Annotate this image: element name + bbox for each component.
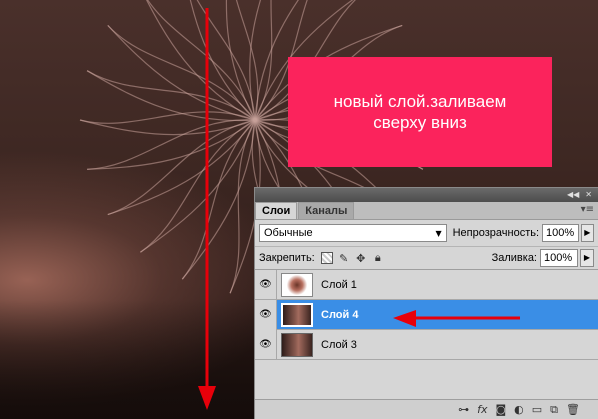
petal-stroke xyxy=(235,0,259,121)
note-line-2: сверху вниз xyxy=(373,113,467,132)
blend-mode-value: Обычные xyxy=(264,227,313,239)
layer-name: Слой 1 xyxy=(321,278,357,291)
panel-titlebar: ◀◀ ✕ xyxy=(255,188,598,202)
layer-thumbnail xyxy=(281,302,313,327)
lock-icons: ✎ ✥ 🔒︎ xyxy=(320,251,384,265)
layers-list: 👁︎ Слой 1 👁︎ Слой 4 👁︎ Слой 3 xyxy=(255,269,598,380)
instruction-note: новый слой.заливаем сверху вниз xyxy=(288,57,552,167)
layer-name: Слой 4 xyxy=(321,308,359,321)
tab-channels[interactable]: Каналы xyxy=(298,202,355,219)
fill-slider-button[interactable]: ▶ xyxy=(580,249,594,267)
opacity-label: Непрозрачность: xyxy=(452,227,540,239)
fill-field[interactable]: 100% xyxy=(540,249,578,267)
collapse-icon[interactable]: ◀◀ xyxy=(567,191,579,199)
petal-stroke xyxy=(196,0,256,121)
petal-stroke xyxy=(189,0,256,121)
petal-stroke xyxy=(79,111,256,124)
layer-name: Слой 3 xyxy=(321,338,357,351)
tab-layers[interactable]: Слои xyxy=(255,202,298,219)
close-icon[interactable]: ✕ xyxy=(585,191,592,199)
layer-thumbnail xyxy=(281,332,313,357)
petal-stroke xyxy=(79,119,256,136)
blend-mode-select[interactable]: Обычные ▼ xyxy=(259,224,447,242)
note-line-1: новый слой.заливаем xyxy=(333,92,507,111)
lock-row: Закрепить: ✎ ✥ 🔒︎ Заливка: 100% ▶ xyxy=(255,246,598,270)
layers-panel: ◀◀ ✕ Слои Каналы ▾≡ Обычные ▼ Непрозрачн… xyxy=(254,187,598,419)
lock-brush-icon[interactable]: ✎ xyxy=(338,252,350,265)
lock-transparency-icon[interactable] xyxy=(320,252,333,264)
opacity-field[interactable]: 100% xyxy=(542,224,579,242)
eye-icon[interactable]: 👁︎ xyxy=(255,299,277,330)
lock-all-icon[interactable]: 🔒︎ xyxy=(372,251,384,264)
folder-icon[interactable]: ▭ xyxy=(532,403,542,416)
layer-row-1[interactable]: 👁︎ Слой 1 xyxy=(255,269,598,300)
panel-menu-icon[interactable]: ▾≡ xyxy=(581,205,594,215)
fill-label: Заливка: xyxy=(491,252,537,264)
chevron-down-icon: ▼ xyxy=(435,228,442,238)
eye-icon[interactable]: 👁︎ xyxy=(255,329,277,360)
opacity-slider-button[interactable]: ▶ xyxy=(580,224,594,242)
lock-position-icon[interactable]: ✥ xyxy=(355,252,367,265)
trash-icon[interactable]: 🗑︎ xyxy=(566,403,580,416)
link-icon[interactable]: ⊶ xyxy=(458,403,469,416)
fx-icon[interactable]: fx xyxy=(477,403,487,416)
lock-label: Закрепить: xyxy=(259,252,315,264)
petal-stroke xyxy=(225,0,256,121)
blend-row: Обычные ▼ Непрозрачность: 100% ▶ xyxy=(255,220,598,246)
panel-tabs: Слои Каналы ▾≡ xyxy=(255,202,598,220)
mask-icon[interactable]: ◙ xyxy=(495,403,506,416)
adjustment-icon[interactable]: ◐ xyxy=(514,403,524,416)
panel-footer: ⊶ fx ◙ ◐ ▭ ⧉ 🗑︎ xyxy=(255,399,598,419)
layer-row-3[interactable]: 👁︎ Слой 3 xyxy=(255,329,598,360)
new-layer-icon[interactable]: ⧉ xyxy=(550,403,558,416)
eye-icon[interactable]: 👁︎ xyxy=(255,269,277,300)
layer-row-4[interactable]: 👁︎ Слой 4 xyxy=(255,299,598,330)
layer-thumbnail xyxy=(281,272,313,297)
